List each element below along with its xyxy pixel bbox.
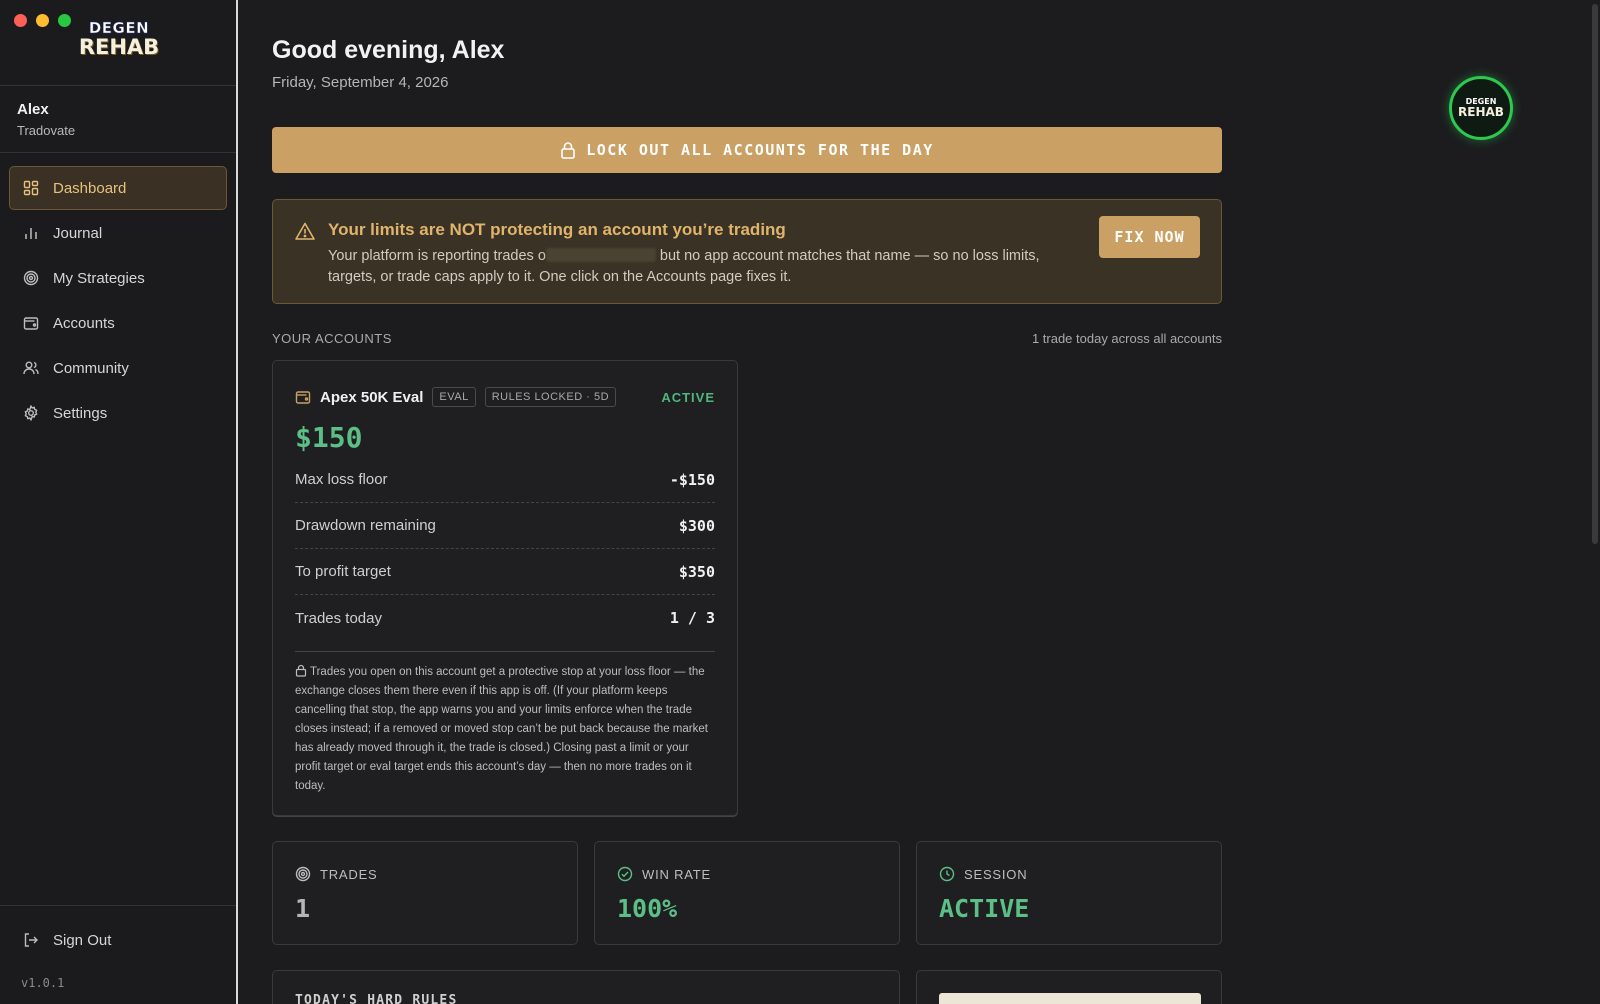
metric-drawdown-remaining: Drawdown remaining $300 bbox=[295, 503, 715, 549]
sidebar-footer: Sign Out v1.0.1 bbox=[0, 905, 236, 1004]
stat-card-session: SESSION ACTIVE bbox=[916, 841, 1222, 945]
sign-out-label: Sign Out bbox=[53, 931, 112, 949]
unprotected-account-alert: Your limits are NOT protecting an accoun… bbox=[272, 199, 1222, 304]
lockout-button-label: LOCK OUT ALL ACCOUNTS FOR THE DAY bbox=[586, 141, 934, 159]
trades-summary: 1 trade today across all accounts bbox=[1031, 331, 1222, 346]
account-balance: $150 bbox=[295, 421, 363, 454]
sidebar: DEGEN REHAB Alex Tradovate Dashboard Jou… bbox=[0, 0, 238, 1004]
sidebar-item-label: Dashboard bbox=[53, 179, 127, 197]
alert-title: Your limits are NOT protecting an accoun… bbox=[328, 220, 786, 239]
sign-out-icon bbox=[23, 932, 39, 948]
lockout-all-accounts-button[interactable]: LOCK OUT ALL ACCOUNTS FOR THE DAY bbox=[272, 127, 1222, 173]
stat-value-session: ACTIVE bbox=[939, 894, 1030, 923]
sidebar-item-accounts[interactable]: Accounts bbox=[9, 301, 227, 345]
stat-label: TRADES bbox=[320, 866, 378, 882]
account-header: Apex 50K Eval EVAL RULES LOCKED · 5D ACT… bbox=[295, 385, 715, 409]
target-icon bbox=[23, 270, 39, 286]
accounts-section-label: YOUR ACCOUNTS bbox=[272, 331, 392, 346]
fix-now-button[interactable]: FIX NOW bbox=[1099, 216, 1200, 258]
hard-rules-title: TODAY'S HARD RULES bbox=[295, 993, 458, 1004]
clock-icon bbox=[939, 866, 955, 882]
minimize-window-button[interactable] bbox=[36, 14, 49, 27]
account-type-badge: EVAL bbox=[432, 387, 476, 407]
lock-icon bbox=[560, 141, 576, 159]
lock-icon bbox=[295, 664, 307, 677]
gear-icon bbox=[23, 405, 39, 421]
sidebar-item-dashboard[interactable]: Dashboard bbox=[9, 166, 227, 210]
alert-body: Your platform is reporting trades o but … bbox=[328, 248, 1040, 285]
protective-stop-note: Trades you open on this account get a pr… bbox=[295, 664, 708, 792]
metric-trades-today: Trades today 1 / 3 bbox=[295, 609, 715, 627]
sidebar-item-label: Accounts bbox=[53, 314, 115, 332]
rules-locked-badge: RULES LOCKED · 5D bbox=[484, 387, 617, 407]
zoom-window-button[interactable] bbox=[58, 14, 71, 27]
account-card[interactable]: Apex 50K Eval EVAL RULES LOCKED · 5D ACT… bbox=[272, 360, 738, 816]
stat-card-win-rate: WIN RATE 100% bbox=[594, 841, 900, 945]
sidebar-item-community[interactable]: Community bbox=[9, 346, 227, 390]
page-title: Good evening, Alex bbox=[272, 36, 505, 64]
sidebar-item-journal[interactable]: Journal bbox=[9, 211, 227, 255]
redacted-account-name bbox=[545, 248, 656, 262]
wallet-icon bbox=[23, 315, 39, 331]
sidebar-item-settings[interactable]: Settings bbox=[9, 391, 227, 435]
profile-badge[interactable]: DEGEN REHAB bbox=[1449, 76, 1513, 140]
hard-rules-card: TODAY'S HARD RULES bbox=[272, 970, 900, 1004]
check-circle-icon bbox=[617, 866, 633, 882]
metric-profit-target: To profit target $350 bbox=[295, 549, 715, 595]
close-window-button[interactable] bbox=[14, 14, 27, 27]
app-version: v1.0.1 bbox=[21, 976, 65, 990]
scrollbar[interactable] bbox=[1592, 4, 1598, 544]
bar-chart-icon bbox=[23, 225, 39, 241]
main-content: Good evening, Alex Friday, September 4, … bbox=[240, 0, 1600, 1004]
grid-icon bbox=[23, 180, 39, 196]
users-icon bbox=[23, 360, 39, 376]
stat-label: WIN RATE bbox=[642, 866, 711, 882]
wallet-icon bbox=[295, 389, 311, 405]
sidebar-item-label: Community bbox=[53, 359, 129, 377]
target-icon bbox=[295, 866, 311, 882]
action-bar[interactable] bbox=[939, 993, 1201, 1004]
user-name: Alex bbox=[17, 101, 49, 118]
metric-max-loss-floor: Max loss floor -$150 bbox=[295, 457, 715, 503]
user-platform: Tradovate bbox=[17, 123, 76, 138]
stat-value-trades: 1 bbox=[295, 894, 311, 923]
sidebar-nav: Dashboard Journal My Strategies Accounts… bbox=[0, 153, 236, 449]
stat-value-win-rate: 100% bbox=[617, 894, 678, 923]
sign-out-button[interactable]: Sign Out bbox=[9, 918, 227, 962]
logo-area: DEGEN REHAB bbox=[0, 0, 236, 86]
divider bbox=[295, 651, 715, 652]
warning-icon bbox=[295, 222, 315, 240]
app-logo: DEGEN REHAB bbox=[78, 19, 160, 59]
status-badge: ACTIVE bbox=[661, 389, 715, 405]
sidebar-item-label: My Strategies bbox=[53, 269, 145, 287]
sidebar-item-label: Settings bbox=[53, 404, 108, 422]
side-panel-card bbox=[916, 970, 1222, 1004]
stat-label: SESSION bbox=[964, 866, 1028, 882]
window-controls bbox=[14, 14, 71, 27]
user-block: Alex Tradovate bbox=[0, 86, 236, 153]
stat-card-trades: TRADES 1 bbox=[272, 841, 578, 945]
account-name: Apex 50K Eval bbox=[320, 388, 424, 406]
current-date: Friday, September 4, 2026 bbox=[272, 74, 449, 91]
sidebar-item-label: Journal bbox=[53, 224, 103, 242]
sidebar-item-my-strategies[interactable]: My Strategies bbox=[9, 256, 227, 300]
